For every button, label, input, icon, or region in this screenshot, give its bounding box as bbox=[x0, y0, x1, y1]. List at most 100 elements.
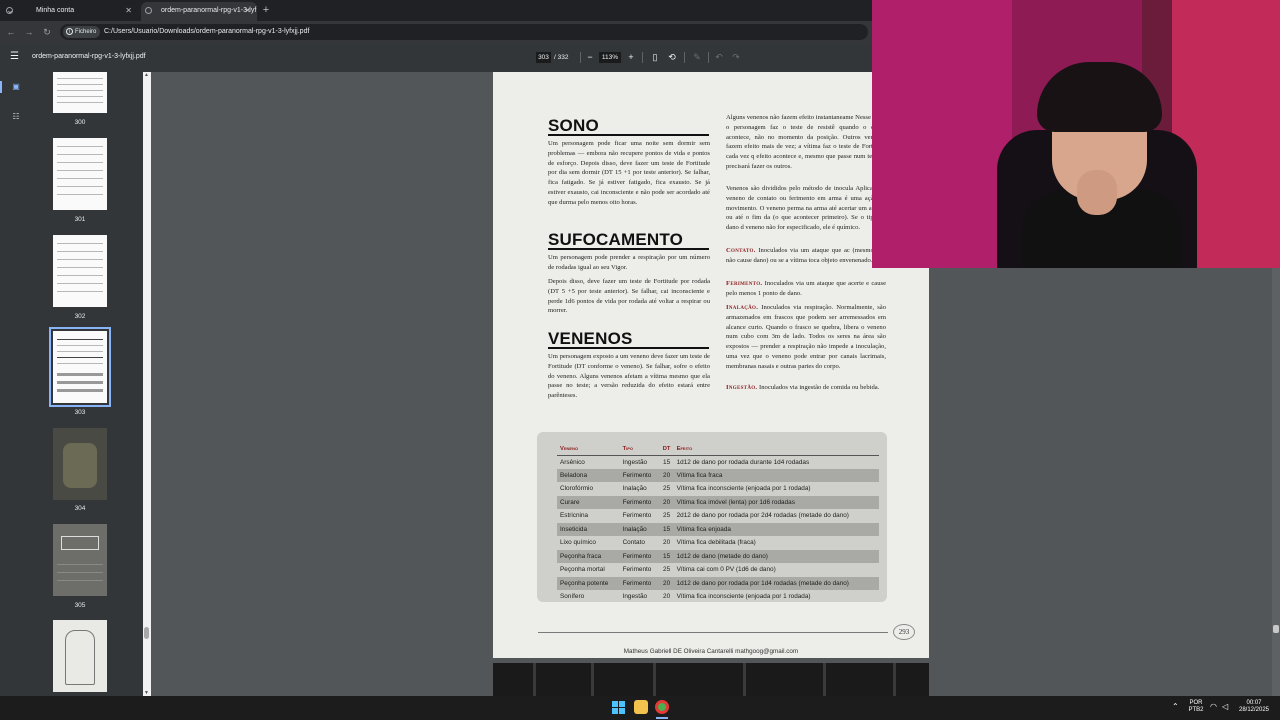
sidebar-scrollbar[interactable]: ▲ ▼ bbox=[143, 72, 151, 696]
omnibox[interactable]: i Ficheiro C:/Users/Usuario/Downloads/or… bbox=[60, 24, 868, 40]
cell-type: Ingestão bbox=[622, 458, 648, 466]
language-indicator[interactable]: POR PTB2 bbox=[1186, 700, 1206, 714]
heading-rule bbox=[548, 134, 709, 136]
scroll-up-icon[interactable]: ▲ bbox=[144, 72, 149, 78]
column-header: Efeito bbox=[673, 444, 879, 456]
cell-type: Ingestão bbox=[622, 593, 648, 601]
menu-icon[interactable]: ☰ bbox=[10, 52, 19, 62]
cell-poison: Peçonha mortal bbox=[560, 566, 605, 574]
next-pdf-page bbox=[493, 663, 929, 696]
label-inalacao: Inalação. bbox=[726, 304, 759, 311]
thumbnail-label: 302 bbox=[74, 313, 86, 320]
address-bar: ← → ↻ i Ficheiro C:/Users/Usuario/Downlo… bbox=[0, 21, 872, 43]
cell-type: Inalação bbox=[619, 522, 660, 536]
tab-minha-conta[interactable]: Minha conta ✕ bbox=[2, 2, 138, 21]
show-hidden-icons-icon[interactable]: ⌃ bbox=[1172, 702, 1179, 711]
cell-effect: Vítima fica enjoada bbox=[673, 522, 879, 536]
fit-page-icon[interactable]: ▯ bbox=[649, 51, 661, 64]
page-footer-watermark: Matheus Gabriell DE Oliveira Cantarelli … bbox=[623, 648, 799, 655]
thumbnail-label: 301 bbox=[74, 216, 86, 223]
page-bottom-rule bbox=[538, 632, 888, 633]
zoom-input[interactable]: 113% bbox=[599, 52, 621, 63]
page-number-input[interactable]: 303 bbox=[536, 52, 551, 63]
thumbnails-icon[interactable]: ▣ bbox=[11, 82, 21, 92]
tab-pdf[interactable]: ordem-paranormal-rpg-v1-3-lyf ✕ bbox=[141, 2, 257, 21]
thumbnail-page[interactable] bbox=[53, 235, 107, 307]
rotate-icon[interactable]: ⟲ bbox=[666, 51, 678, 64]
zoom-in-icon[interactable]: + bbox=[625, 51, 637, 64]
annotate-icon[interactable]: ✎ bbox=[691, 51, 703, 64]
undo-icon[interactable]: ↶ bbox=[713, 51, 725, 64]
poison-table: Veneno Tipo DT Efeito Arsênico Ingestão 15… bbox=[557, 444, 879, 604]
redo-icon[interactable]: ↷ bbox=[730, 51, 742, 64]
sidebar-tabs: ▣ ☷ bbox=[0, 72, 32, 696]
heading-sono: SONO bbox=[548, 116, 599, 135]
active-app-indicator bbox=[656, 717, 668, 719]
person-hand bbox=[1077, 170, 1117, 215]
cell-dt: 20 bbox=[663, 539, 671, 547]
outline-icon[interactable]: ☷ bbox=[11, 112, 21, 122]
table-row: Sonífero Ingestão 20 Vítima fica inconscien… bbox=[557, 590, 879, 604]
paragraph-sufocamento-2: Depois disso, deve fazer um teste de For… bbox=[548, 278, 710, 315]
divider bbox=[684, 52, 685, 63]
thumbnail-page[interactable] bbox=[53, 428, 107, 500]
cell-dt: 15 bbox=[663, 458, 671, 466]
text-ingestao: Inoculados via ingestão de comida ou beb… bbox=[759, 384, 880, 391]
thumbnail-page[interactable] bbox=[53, 524, 107, 596]
cell-dt: 20 bbox=[659, 576, 674, 590]
cell-poison: Arsênico bbox=[560, 458, 585, 466]
cell-poison: Lixo químico bbox=[560, 539, 596, 547]
language-code: POR bbox=[1189, 700, 1203, 706]
thumbnail-page-selected[interactable] bbox=[49, 327, 111, 407]
new-tab-icon[interactable]: + bbox=[259, 2, 273, 18]
thumbnail-page[interactable] bbox=[53, 72, 107, 113]
column-header: Tipo bbox=[619, 444, 660, 456]
cell-dt: 25 bbox=[663, 566, 671, 574]
table-row: Lixo químico Contato 20 Vítima fica debilit… bbox=[557, 536, 879, 550]
volume-icon[interactable]: ◁ bbox=[1222, 702, 1228, 711]
cell-dt: 20 bbox=[659, 468, 674, 482]
back-icon[interactable]: ← bbox=[4, 25, 18, 39]
page-number-badge: 293 bbox=[893, 624, 915, 640]
person-hair bbox=[1037, 62, 1162, 132]
cell-type: Ferimento bbox=[622, 512, 652, 520]
cell-type: Ferimento bbox=[619, 576, 660, 590]
paragraph-right-2: Venenos são divididos pelo método de ino… bbox=[726, 185, 886, 232]
column-header: Veneno bbox=[557, 444, 620, 456]
file-explorer-icon[interactable] bbox=[634, 700, 648, 714]
thumbnail-page[interactable] bbox=[53, 138, 107, 210]
heading-venenos: VENENOS bbox=[548, 329, 633, 348]
table-row: Inseticida Inalação 15 Vítima fica enjoada bbox=[557, 522, 879, 536]
clock[interactable]: 00:07 28/12/2025 bbox=[1236, 700, 1272, 714]
forward-icon[interactable]: → bbox=[22, 25, 36, 39]
divider bbox=[642, 52, 643, 63]
paragraph-sufocamento-1: Um personagem pode prender a respiração … bbox=[548, 254, 710, 271]
cell-type: Contato bbox=[622, 539, 645, 547]
tab-close-icon[interactable]: ✕ bbox=[244, 2, 251, 19]
cell-effect: 2d12 de dano por rodada por 2d4 rodadas … bbox=[676, 512, 849, 520]
thumbnail-label: 305 bbox=[74, 602, 86, 609]
zoom-out-icon[interactable]: − bbox=[584, 51, 596, 64]
wifi-icon[interactable]: ◠ bbox=[1210, 702, 1217, 711]
thumbnail-page[interactable] bbox=[53, 620, 107, 692]
table-row: Beladona Ferimento 20 Vítima fica fraca bbox=[557, 468, 879, 482]
start-button-icon[interactable] bbox=[612, 701, 625, 714]
cell-type: Ferimento bbox=[619, 468, 660, 482]
pdf-page: SONO Um personagem pode ficar uma noite … bbox=[493, 72, 929, 658]
cell-poison: Inseticida bbox=[557, 522, 620, 536]
poison-table-panel: Veneno Tipo DT Efeito Arsênico Ingestão 15… bbox=[537, 432, 887, 602]
scroll-thumb[interactable] bbox=[1273, 625, 1279, 633]
chip-label: Ficheiro bbox=[75, 29, 97, 35]
tab-title: Minha conta bbox=[36, 7, 75, 14]
scroll-thumb[interactable] bbox=[144, 627, 149, 639]
clock-date: 28/12/2025 bbox=[1238, 707, 1270, 713]
cell-dt: 15 bbox=[659, 549, 674, 563]
cell-effect: 1d12 de dano (metade do dano) bbox=[673, 549, 879, 563]
table-header-row: Veneno Tipo DT Efeito bbox=[557, 444, 879, 456]
active-indicator bbox=[0, 81, 2, 93]
reload-icon[interactable]: ↻ bbox=[40, 25, 54, 39]
cell-dt: 20 bbox=[663, 593, 671, 601]
file-chip[interactable]: i Ficheiro bbox=[63, 26, 101, 38]
chrome-icon[interactable] bbox=[655, 700, 669, 714]
tab-close-icon[interactable]: ✕ bbox=[125, 2, 132, 19]
